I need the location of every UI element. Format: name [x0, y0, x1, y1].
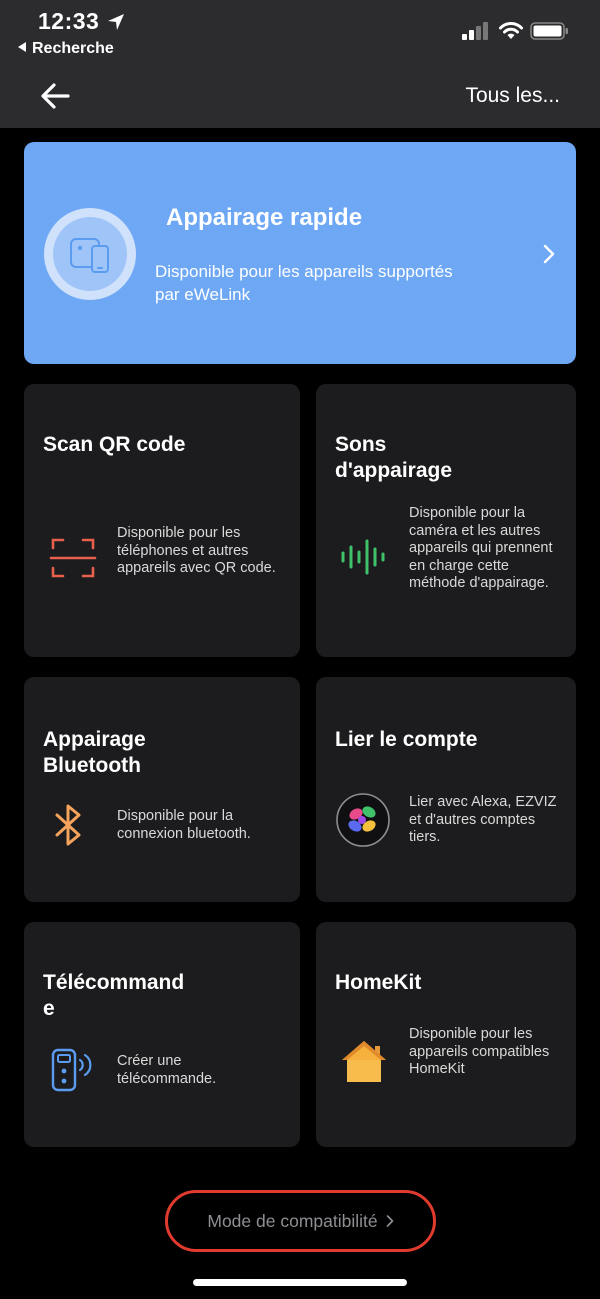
location-arrow-icon	[108, 14, 124, 30]
sound-pairing-card[interactable]: Sons d'appairage Disponible pour la camé…	[316, 384, 576, 657]
card-title: Sons d'appairage	[335, 433, 453, 482]
back-app-label: Recherche	[32, 40, 114, 57]
banner-description: Disponible pour les appareils supportés …	[155, 262, 453, 304]
chevron-right-icon	[543, 244, 555, 264]
bluetooth-pairing-card[interactable]: Appairage Bluetooth Disponible pour la c…	[24, 677, 300, 902]
remote-control-card[interactable]: Télécommande Créer une télécommande.	[24, 922, 300, 1147]
card-description: Lier avec Alexa, EZVIZ et d'autres compt…	[409, 794, 557, 845]
device-phone-icon	[70, 238, 109, 273]
link-account-icon	[336, 793, 390, 847]
homekit-icon	[342, 1041, 386, 1082]
status-bar: 12:33 Recherche	[0, 0, 600, 66]
card-title: Scan QR code	[43, 433, 186, 456]
nav-bar: Tous les...	[0, 66, 600, 128]
wifi-icon	[499, 22, 523, 39]
scan-qr-card[interactable]: Scan QR code Disponible pour les télépho…	[24, 384, 300, 657]
quick-pairing-card[interactable]: Appairage rapide Disponible pour les app…	[24, 142, 576, 364]
cellular-signal-icon	[462, 22, 488, 40]
card-title: Lier le compte	[335, 728, 478, 751]
card-description: Disponible pour les appareils compatible…	[409, 1026, 550, 1077]
card-description: Créer une télécommande.	[117, 1053, 217, 1087]
status-time: 12:33	[38, 8, 100, 34]
card-title: Appairage Bluetooth	[43, 728, 146, 777]
qr-scan-icon	[49, 538, 97, 578]
homekit-card[interactable]: HomeKit Disponible pour les appareils co…	[316, 922, 576, 1147]
card-description: Disponible pour la connexion bluetooth.	[117, 808, 251, 842]
back-to-app-link[interactable]: Recherche	[18, 40, 114, 58]
link-account-card[interactable]: Lier le compte Lier avec Alexa, EZVIZ et…	[316, 677, 576, 902]
banner-title: Appairage rapide	[166, 204, 363, 231]
card-title: HomeKit	[335, 971, 422, 994]
sound-wave-icon	[341, 539, 385, 575]
all-devices-link[interactable]: Tous les...	[465, 84, 560, 108]
chevron-right-icon	[386, 1215, 393, 1227]
card-description: Disponible pour la caméra et les autres …	[409, 505, 553, 591]
bluetooth-icon	[55, 804, 81, 846]
battery-icon	[530, 22, 568, 40]
compatibility-mode-button[interactable]: Mode de compatibilité	[165, 1190, 436, 1252]
card-title: Télécommande	[43, 971, 185, 1020]
compatibility-mode-label: Mode de compatibilité	[207, 1210, 378, 1231]
remote-control-icon	[51, 1048, 92, 1092]
back-arrow-icon[interactable]	[38, 80, 74, 112]
back-triangle-icon	[18, 42, 26, 52]
home-indicator	[193, 1279, 407, 1286]
card-description: Disponible pour les téléphones et autres…	[117, 525, 276, 576]
